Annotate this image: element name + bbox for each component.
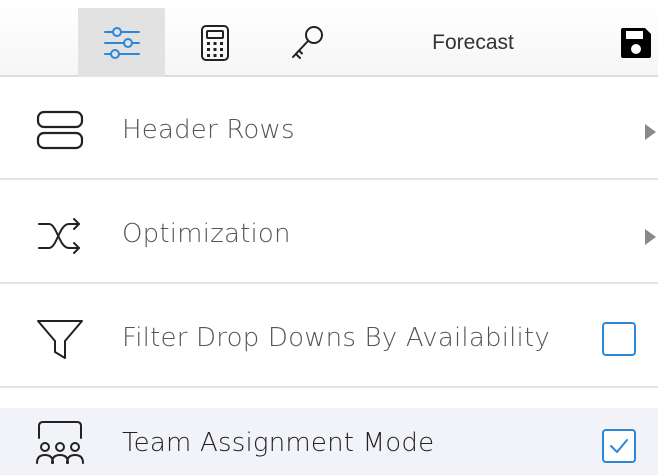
forecast-tab-button[interactable]: Forecast — [400, 8, 546, 77]
chevron-right-icon — [645, 229, 656, 245]
menu-item-label: Header Rows — [122, 115, 295, 145]
menu-item-filter-drop-downs[interactable]: Filter Drop Downs By Availability — [0, 286, 658, 388]
menu-item-optimization[interactable]: Optimization — [0, 182, 658, 284]
calculator-tab-button[interactable] — [172, 8, 258, 77]
sliders-icon — [103, 26, 140, 59]
chevron-right-icon — [645, 124, 656, 140]
settings-panel: Forecast Header Rows Optimization Filter… — [0, 0, 658, 475]
save-button[interactable] — [606, 8, 658, 77]
menu-item-team-assignment-mode[interactable]: Team Assignment Mode — [0, 408, 658, 475]
filter-icon — [30, 310, 90, 370]
team-icon — [30, 418, 90, 474]
forecast-label: Forecast — [432, 30, 514, 54]
key-tab-button[interactable] — [265, 8, 351, 77]
menu-item-label: Filter Drop Downs By Availability — [122, 323, 550, 353]
settings-tab-button[interactable] — [78, 8, 165, 77]
calculator-icon — [201, 24, 229, 61]
checkmark-icon — [610, 439, 628, 453]
menu-item-label: Optimization — [122, 219, 291, 249]
team-assignment-checkbox[interactable] — [602, 429, 636, 463]
toolbar: Forecast — [0, 0, 658, 77]
key-icon — [292, 25, 323, 59]
floppy-disk-icon — [621, 27, 651, 58]
menu-item-label: Team Assignment Mode — [122, 428, 435, 458]
shuffle-icon — [30, 206, 90, 266]
header-rows-icon — [30, 100, 90, 160]
menu-item-header-rows[interactable]: Header Rows — [0, 78, 658, 180]
filter-availability-checkbox[interactable] — [602, 322, 636, 356]
